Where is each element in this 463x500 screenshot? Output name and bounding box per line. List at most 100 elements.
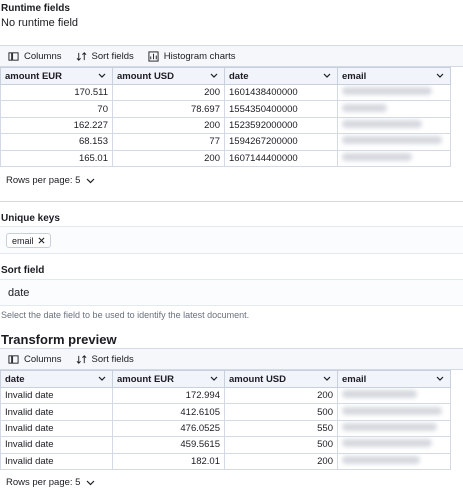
preview-data-grid: date amount EUR amount USD email Invalid… (0, 370, 451, 470)
column-header-amount-eur[interactable]: amount EUR (0, 67, 113, 85)
cell-amount-eur[interactable]: 459.5615 (112, 436, 225, 454)
sort-icon (76, 354, 86, 364)
sort-fields-button[interactable]: Sort fields (76, 51, 134, 62)
sort-fields-button[interactable]: Sort fields (76, 354, 134, 365)
sort-icon (76, 51, 86, 61)
header-label: amount USD (117, 70, 174, 82)
columns-button[interactable]: Columns (8, 354, 62, 365)
cell-email-redacted[interactable] (337, 100, 451, 118)
cell-email-redacted[interactable] (337, 149, 451, 167)
close-icon[interactable] (38, 237, 45, 244)
header-label: date (229, 70, 249, 82)
chevron-down-icon[interactable] (98, 376, 106, 382)
cell-amount-eur[interactable]: 162.227 (0, 116, 113, 135)
source-header-row: amount EUR amount USD date email (0, 67, 451, 85)
section-divider (0, 201, 463, 202)
rows-per-page-button[interactable]: Rows per page: 5 (6, 477, 95, 488)
table-row: Invalid date 412.6105 500 (0, 403, 451, 421)
cell-amount-eur[interactable]: 182.01 (112, 452, 225, 470)
table-row: 70 78.697 1554350400000 (0, 100, 451, 118)
header-label: email (342, 373, 367, 385)
cell-amount-usd[interactable]: 200 (112, 149, 225, 167)
histogram-charts-button[interactable]: Histogram charts (148, 51, 236, 62)
chevron-down-icon[interactable] (210, 73, 218, 79)
cell-amount-usd[interactable]: 500 (224, 403, 338, 421)
cell-amount-eur[interactable]: 70 (0, 100, 113, 118)
columns-label: Columns (24, 353, 62, 365)
table-row: 165.01 200 1607144400000 (0, 149, 451, 167)
chevron-down-icon[interactable] (210, 376, 218, 382)
cell-amount-usd[interactable]: 78.697 (112, 100, 225, 118)
cell-date[interactable]: 1554350400000 (224, 100, 338, 118)
column-header-date[interactable]: date (224, 67, 338, 85)
cell-amount-usd[interactable]: 200 (224, 452, 338, 470)
rows-per-page-label: Rows per page: 5 (6, 175, 81, 186)
cell-amount-eur[interactable]: 170.511 (0, 83, 113, 102)
histogram-charts-label: Histogram charts (163, 50, 236, 62)
chevron-down-icon (87, 480, 95, 485)
sort-field-label: Sort field (1, 265, 45, 276)
cell-date[interactable]: Invalid date (0, 403, 113, 421)
rows-per-page-button[interactable]: Rows per page: 5 (6, 175, 95, 186)
cell-date[interactable]: Invalid date (0, 386, 113, 405)
cell-email-redacted[interactable] (337, 116, 451, 135)
header-label: amount USD (229, 373, 286, 385)
sort-field-help-text: Select the date field to be used to iden… (1, 310, 250, 320)
unique-keys-combobox[interactable] (0, 226, 463, 254)
cell-amount-usd[interactable]: 550 (224, 419, 338, 438)
table-row: 170.511 200 1601438400000 (0, 83, 451, 102)
chevron-down-icon[interactable] (323, 73, 331, 79)
chevron-down-icon[interactable] (323, 376, 331, 382)
chevron-down-icon[interactable] (436, 73, 444, 79)
sort-field-select[interactable] (0, 279, 463, 306)
column-header-amount-eur[interactable]: amount EUR (112, 370, 225, 388)
cell-amount-eur[interactable]: 165.01 (0, 149, 113, 167)
rows-per-page-label: Rows per page: 5 (6, 477, 81, 488)
preview-grid-toolbar: Columns Sort fields (0, 348, 463, 370)
column-header-email[interactable]: email (337, 67, 451, 85)
chevron-down-icon[interactable] (436, 376, 444, 382)
sort-fields-label: Sort fields (91, 50, 134, 62)
cell-amount-usd[interactable]: 200 (224, 386, 338, 405)
cell-date[interactable]: 1607144400000 (224, 149, 338, 167)
cell-amount-eur[interactable]: 412.6105 (112, 403, 225, 421)
table-row: Invalid date 459.5615 500 (0, 436, 451, 454)
column-header-email[interactable]: email (337, 370, 451, 388)
header-label: email (342, 70, 367, 82)
cell-amount-usd[interactable]: 200 (112, 83, 225, 102)
cell-email-redacted[interactable] (337, 133, 451, 151)
sort-field-value: date (8, 287, 30, 299)
cell-email-redacted[interactable] (337, 419, 451, 438)
cell-email-redacted[interactable] (337, 436, 451, 454)
columns-icon (8, 354, 19, 364)
cell-amount-usd[interactable]: 500 (224, 436, 338, 454)
cell-date[interactable]: 1601438400000 (224, 83, 338, 102)
cell-date[interactable]: 1523592000000 (224, 116, 338, 135)
cell-amount-usd[interactable]: 200 (112, 116, 225, 135)
source-data-grid: amount EUR amount USD date email 170.511… (0, 67, 451, 167)
transform-preview-title: Transform preview (1, 332, 117, 347)
header-label: amount EUR (117, 373, 174, 385)
column-header-amount-usd[interactable]: amount USD (112, 67, 225, 85)
cell-date[interactable]: Invalid date (0, 452, 113, 470)
column-header-amount-usd[interactable]: amount USD (224, 370, 338, 388)
chevron-down-icon[interactable] (98, 73, 106, 79)
cell-date[interactable]: Invalid date (0, 436, 113, 454)
table-row: Invalid date 476.0525 550 (0, 419, 451, 438)
unique-keys-label: Unique keys (1, 213, 60, 224)
cell-email-redacted[interactable] (337, 386, 451, 405)
cell-date[interactable]: Invalid date (0, 419, 113, 438)
cell-email-redacted[interactable] (337, 403, 451, 421)
columns-button[interactable]: Columns (8, 51, 62, 62)
column-header-date[interactable]: date (0, 370, 113, 388)
preview-header-row: date amount EUR amount USD email (0, 370, 451, 388)
cell-amount-usd[interactable]: 77 (112, 133, 225, 151)
cell-amount-eur[interactable]: 476.0525 (112, 419, 225, 438)
cell-email-redacted[interactable] (337, 83, 451, 102)
runtime-fields-label: Runtime fields (1, 3, 70, 14)
histogram-icon (148, 50, 159, 62)
cell-amount-eur[interactable]: 172.994 (112, 386, 225, 405)
cell-email-redacted[interactable] (337, 452, 451, 470)
cell-amount-eur[interactable]: 68.153 (0, 133, 113, 151)
cell-date[interactable]: 1594267200000 (224, 133, 338, 151)
